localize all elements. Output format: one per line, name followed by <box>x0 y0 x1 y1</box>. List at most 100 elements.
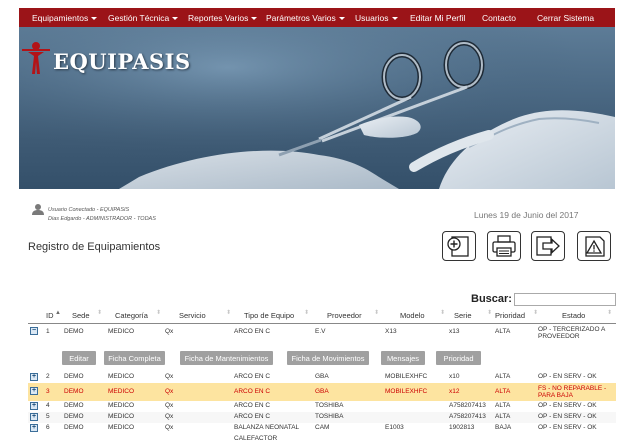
main-content: Usuario Conectado - EQUIPASIS Dias Edgar… <box>19 189 616 446</box>
table-row[interactable]: CALEFACTOR <box>28 435 616 446</box>
priority-button[interactable]: Prioridad <box>436 351 481 365</box>
col-header-sede[interactable]: Sede <box>72 311 90 320</box>
table-row[interactable]: − 1 DEMO MEDICO Qx ARCO EN C E.V X13 x13… <box>28 326 616 343</box>
col-header-label: Proveedor <box>327 311 362 320</box>
search-label: Buscar: <box>471 293 512 305</box>
cell-categoria: MEDICO <box>108 373 134 380</box>
cell-id: 6 <box>46 424 50 431</box>
sort-icon: ⬍ <box>533 310 539 316</box>
col-header-label: Categoría <box>115 311 148 320</box>
expand-icon[interactable]: + <box>30 373 38 381</box>
nav-label: Equipamientos <box>32 12 89 23</box>
cell-tipo: CALEFACTOR <box>234 435 278 442</box>
cell-estado: OP - EN SERV - OK <box>538 413 597 420</box>
cell-proveedor: CAM <box>315 424 330 431</box>
cell-proveedor: E.V <box>315 328 326 335</box>
search-input[interactable] <box>514 293 616 306</box>
cell-estado: FS - NO REPARABLE - PARA BAJA <box>538 385 607 399</box>
connected-user-label: Usuario Conectado - EQUIPASIS <box>48 207 130 213</box>
cell-proveedor: TOSHIBA <box>315 413 344 420</box>
maintenance-record-button[interactable]: Ficha de Mantenimientos <box>180 351 273 365</box>
cell-prioridad: ALTA <box>495 402 511 409</box>
cell-categoria: MEDICO <box>108 424 134 431</box>
header-banner: EQUIPASIS <box>19 27 615 189</box>
cell-categoria: MEDICO <box>108 413 134 420</box>
col-header-tipo[interactable]: Tipo de Equipo <box>244 311 294 320</box>
cell-proveedor: TOSHIBA <box>315 402 344 409</box>
table-row[interactable]: + 5 DEMO MEDICO Qx ARCO EN C TOSHIBA A75… <box>28 412 616 423</box>
add-icon <box>447 236 469 257</box>
col-header-servicio[interactable]: Servicio <box>179 311 206 320</box>
cell-servicio: Qx <box>165 328 174 335</box>
col-header-estado[interactable]: Estado <box>562 311 585 320</box>
cell-sede: DEMO <box>64 402 84 409</box>
table-row[interactable]: + 3 DEMO MEDICO Qx ARCO EN C GBA MOBILEX… <box>28 383 616 401</box>
col-header-label: Servicio <box>179 311 206 320</box>
expand-icon[interactable]: + <box>30 424 38 432</box>
edit-button[interactable]: Editar <box>62 351 96 365</box>
nav-usuarios[interactable]: Usuarios <box>355 13 398 23</box>
cell-estado: OP - EN SERV - OK <box>538 402 597 409</box>
user-role-label: Dias Edgardo - ADMINISTRADOR - TODAS <box>48 216 156 222</box>
print-button[interactable] <box>487 231 521 261</box>
col-header-id[interactable]: ID <box>46 311 54 320</box>
col-header-serie[interactable]: Serie <box>454 311 472 320</box>
cell-estado: OP - TERCERIZADO A PROVEEDOR <box>538 326 605 340</box>
cell-sede: DEMO <box>64 373 84 380</box>
caret-down-icon <box>172 16 179 20</box>
cell-categoria: MEDICO <box>108 328 134 335</box>
sort-icon: ⬍ <box>487 310 493 316</box>
nav-parametros-varios[interactable]: Parámetros Varios <box>266 13 345 23</box>
caret-down-icon <box>251 16 258 20</box>
sort-icon: ⬍ <box>97 310 103 316</box>
export-button[interactable] <box>531 231 565 261</box>
col-header-proveedor[interactable]: Proveedor <box>327 311 362 320</box>
cell-serie: A758207413 <box>449 413 486 420</box>
cell-modelo: E1003 <box>385 424 404 431</box>
cell-servicio: Qx <box>165 413 174 420</box>
export-icon <box>536 236 560 256</box>
page-title: Registro de Equipamientos <box>28 241 161 253</box>
sort-icon: ⬍ <box>440 310 446 316</box>
cell-modelo: MOBILEXHFC <box>385 373 428 380</box>
full-record-button[interactable]: Ficha Completa <box>104 351 165 365</box>
col-header-label: Prioridad <box>495 311 526 320</box>
cell-serie: 1902813 <box>449 424 475 431</box>
cell-modelo: MOBILEXHFC <box>385 388 428 395</box>
help-icon <box>585 236 605 257</box>
col-header-modelo[interactable]: Modelo <box>400 311 425 320</box>
current-date: Lunes 19 de Junio del 2017 <box>474 210 579 220</box>
sort-icon: ⬍ <box>156 310 162 316</box>
cell-tipo: ARCO EN C <box>234 328 271 335</box>
nav-editar-perfil[interactable]: Editar Mi Perfil <box>410 13 465 23</box>
collapse-icon[interactable]: − <box>30 327 38 335</box>
nav-cerrar-sistema[interactable]: Cerrar Sistema <box>537 13 594 23</box>
movements-record-button[interactable]: Ficha de Movimientos <box>287 351 369 365</box>
messages-button[interactable]: Mensajes <box>381 351 425 365</box>
cell-tipo: ARCO EN C <box>234 388 271 395</box>
nav-reportes-varios[interactable]: Reportes Varios <box>188 13 258 23</box>
cell-tipo: BALANZA NEONATAL <box>234 424 300 431</box>
nav-contacto[interactable]: Contacto <box>482 13 516 23</box>
col-header-categoria[interactable]: Categoría <box>115 311 148 320</box>
add-equipment-button[interactable] <box>442 231 476 261</box>
cell-prioridad: ALTA <box>495 413 511 420</box>
nav-gestion-tecnica[interactable]: Gestión Técnica <box>108 13 179 23</box>
table-row[interactable]: + 4 DEMO MEDICO Qx ARCO EN C TOSHIBA A75… <box>28 401 616 412</box>
top-navbar: Equipamientos Gestión Técnica Reportes V… <box>19 8 615 27</box>
table-row[interactable]: + 2 DEMO MEDICO Qx ARCO EN C GBA MOBILEX… <box>28 372 616 383</box>
expand-icon[interactable]: + <box>30 402 38 410</box>
col-header-label: ID <box>46 311 54 320</box>
cell-id: 3 <box>46 388 50 395</box>
help-button[interactable] <box>577 231 611 261</box>
col-header-prioridad[interactable]: Prioridad <box>495 311 525 320</box>
expand-icon[interactable]: + <box>30 387 38 395</box>
caret-down-icon <box>391 16 398 20</box>
expand-icon[interactable]: + <box>30 413 38 421</box>
table-row[interactable]: + 6 DEMO MEDICO Qx BALANZA NEONATAL CAM … <box>28 423 616 434</box>
cell-serie: x13 <box>449 328 460 335</box>
nav-equipamientos[interactable]: Equipamientos <box>32 12 98 23</box>
nav-label: Usuarios <box>355 12 389 23</box>
cell-id: 2 <box>46 373 50 380</box>
cell-sede: DEMO <box>64 388 84 395</box>
